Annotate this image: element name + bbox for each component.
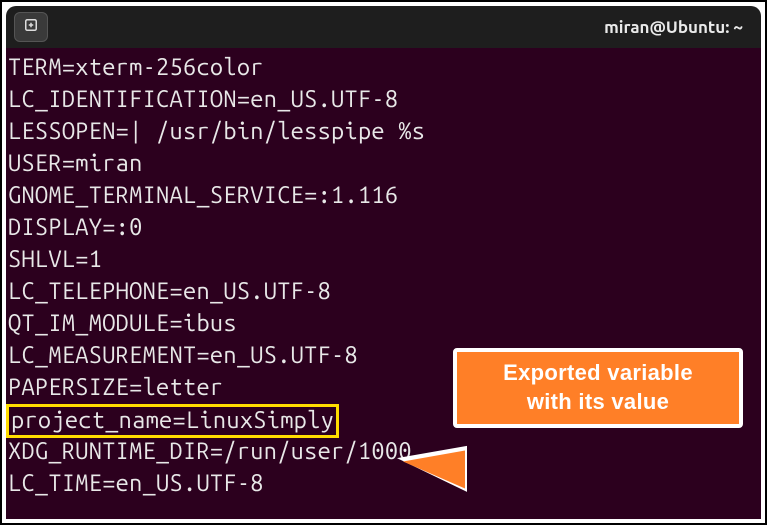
env-line: LC_IDENTIFICATION=en_US.UTF-8 <box>8 84 761 116</box>
env-line: XDG_RUNTIME_DIR=/run/user/1000 <box>8 436 761 468</box>
env-line: USER=miran <box>8 148 761 180</box>
env-line: QT_IM_MODULE=ibus <box>8 308 761 340</box>
env-line: SHLVL=1 <box>8 244 761 276</box>
titlebar: miran@Ubuntu: ~ <box>6 6 761 48</box>
env-line: DISPLAY=:0 <box>8 212 761 244</box>
callout-text-line2: with its value <box>527 388 669 417</box>
terminal-output[interactable]: TERM=xterm-256color LC_IDENTIFICATION=en… <box>6 48 761 519</box>
new-tab-button[interactable] <box>14 12 48 42</box>
env-line: TERM=xterm-256color <box>8 52 761 84</box>
annotation-callout: Exported variable with its value <box>453 348 743 428</box>
new-tab-icon <box>22 16 40 38</box>
env-line: GNOME_TERMINAL_SERVICE=:1.116 <box>8 180 761 212</box>
window-title: miran@Ubuntu: ~ <box>604 18 743 37</box>
env-line: LC_TIME=en_US.UTF-8 <box>8 468 761 500</box>
highlighted-variable: project_name=LinuxSimply <box>6 404 339 438</box>
env-line: LC_TELEPHONE=en_US.UTF-8 <box>8 276 761 308</box>
env-line: LESSOPEN=| /usr/bin/lesspipe %s <box>8 116 761 148</box>
callout-text-line1: Exported variable <box>503 359 693 388</box>
